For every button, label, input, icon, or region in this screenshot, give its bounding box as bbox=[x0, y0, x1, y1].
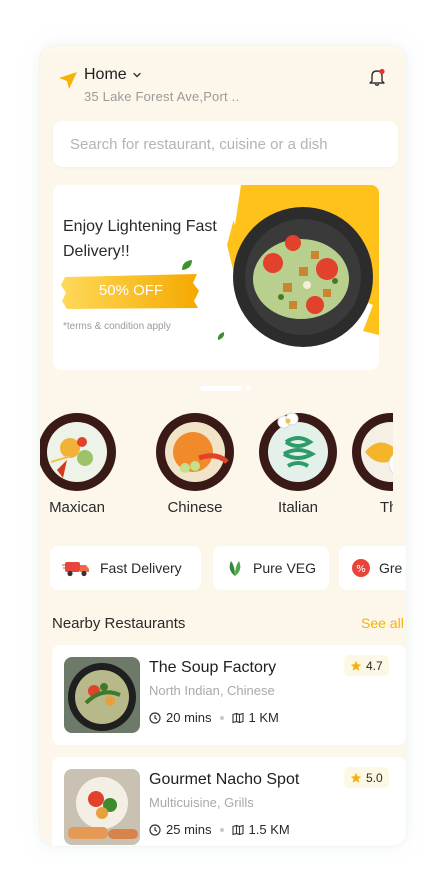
category-label: Italian bbox=[277, 499, 319, 516]
app-screen: Home 35 Lake Forest Ave,Port .. Search f… bbox=[40, 46, 406, 846]
rating-value: 4.7 bbox=[366, 658, 383, 673]
restaurant-meta: 20 mins 1 KM bbox=[149, 710, 279, 725]
banner-title: Enjoy Lightening Fast Delivery!! bbox=[63, 218, 217, 260]
carousel-indicator bbox=[200, 386, 251, 391]
filter-pure-veg[interactable]: Pure VEG bbox=[213, 546, 329, 590]
category-label: Maxican bbox=[49, 499, 105, 516]
distance: 1 KM bbox=[248, 710, 279, 725]
restaurant-image bbox=[64, 657, 140, 733]
location-title: Home bbox=[84, 66, 127, 83]
clock-icon bbox=[149, 711, 161, 724]
map-icon bbox=[231, 712, 244, 723]
rating-badge: 4.7 bbox=[344, 655, 389, 676]
restaurant-name: Gourmet Nacho Spot bbox=[149, 771, 300, 788]
filter-label: Pure VEG bbox=[253, 560, 317, 576]
location-selector[interactable]: Home bbox=[84, 66, 142, 84]
chevron-down-icon bbox=[132, 72, 141, 78]
offer-label: 50% OFF bbox=[98, 282, 164, 299]
restaurant-cuisine: Multicuisine, Grills bbox=[149, 795, 254, 810]
notification-bell-icon[interactable] bbox=[367, 67, 387, 87]
location-arrow-icon[interactable] bbox=[58, 70, 78, 90]
location-address: 35 Lake Forest Ave,Port .. bbox=[84, 89, 240, 104]
filter-great-offers[interactable]: % Gre bbox=[339, 546, 406, 590]
terms-note: *terms & condition apply bbox=[63, 321, 171, 332]
svg-text:%: % bbox=[356, 564, 366, 575]
filter-label: Fast Delivery bbox=[100, 560, 182, 576]
filter-label: Gre bbox=[379, 560, 403, 576]
category-item[interactable]: Italian bbox=[253, 412, 343, 516]
delivery-time: 25 mins bbox=[166, 822, 212, 837]
map-icon bbox=[231, 824, 244, 835]
chinese-dish-image bbox=[156, 413, 234, 491]
top-bar bbox=[40, 46, 406, 54]
restaurant-cuisine: North Indian, Chinese bbox=[149, 683, 275, 698]
search-placeholder: Search for restaurant, cuisine or a dish bbox=[70, 135, 328, 153]
restaurant-image bbox=[64, 769, 140, 845]
see-all-link[interactable]: See all bbox=[361, 615, 404, 631]
restaurant-name: The Soup Factory bbox=[149, 659, 277, 676]
restaurant-meta: 25 mins 1.5 KM bbox=[149, 822, 290, 837]
filter-fast-delivery[interactable]: Fast Delivery bbox=[50, 546, 201, 590]
salad-plate-image bbox=[227, 185, 379, 347]
clock-icon bbox=[149, 823, 161, 836]
section-title: Nearby Restaurants bbox=[52, 615, 186, 632]
italian-dish-image bbox=[259, 412, 337, 491]
category-item[interactable]: Th bbox=[343, 412, 393, 516]
delivery-time: 20 mins bbox=[166, 710, 212, 725]
category-item[interactable]: Maxican bbox=[40, 412, 122, 516]
distance: 1.5 KM bbox=[248, 822, 290, 837]
star-icon bbox=[350, 660, 362, 671]
category-item[interactable]: Chinese bbox=[150, 412, 240, 516]
mexican-dish-image bbox=[40, 413, 116, 491]
search-input[interactable]: Search for restaurant, cuisine or a dish bbox=[53, 121, 398, 167]
rating-badge: 5.0 bbox=[344, 767, 389, 788]
rating-value: 5.0 bbox=[366, 770, 383, 785]
category-label: Chinese bbox=[167, 499, 223, 516]
promo-banner[interactable]: Enjoy Lightening Fast Delivery!! 50% OFF… bbox=[53, 185, 379, 370]
veg-leaf-icon bbox=[229, 561, 241, 576]
leaf-decoration-icon bbox=[182, 260, 192, 270]
star-icon bbox=[350, 772, 362, 783]
thai-dish-image bbox=[352, 413, 393, 491]
discount-badge-icon: % bbox=[352, 559, 370, 577]
restaurant-card[interactable]: The Soup Factory North Indian, Chinese 2… bbox=[52, 645, 406, 745]
restaurant-card[interactable]: Gourmet Nacho Spot Multicuisine, Grills … bbox=[52, 757, 406, 846]
category-label: Th bbox=[380, 499, 393, 516]
delivery-truck-icon bbox=[62, 562, 89, 577]
